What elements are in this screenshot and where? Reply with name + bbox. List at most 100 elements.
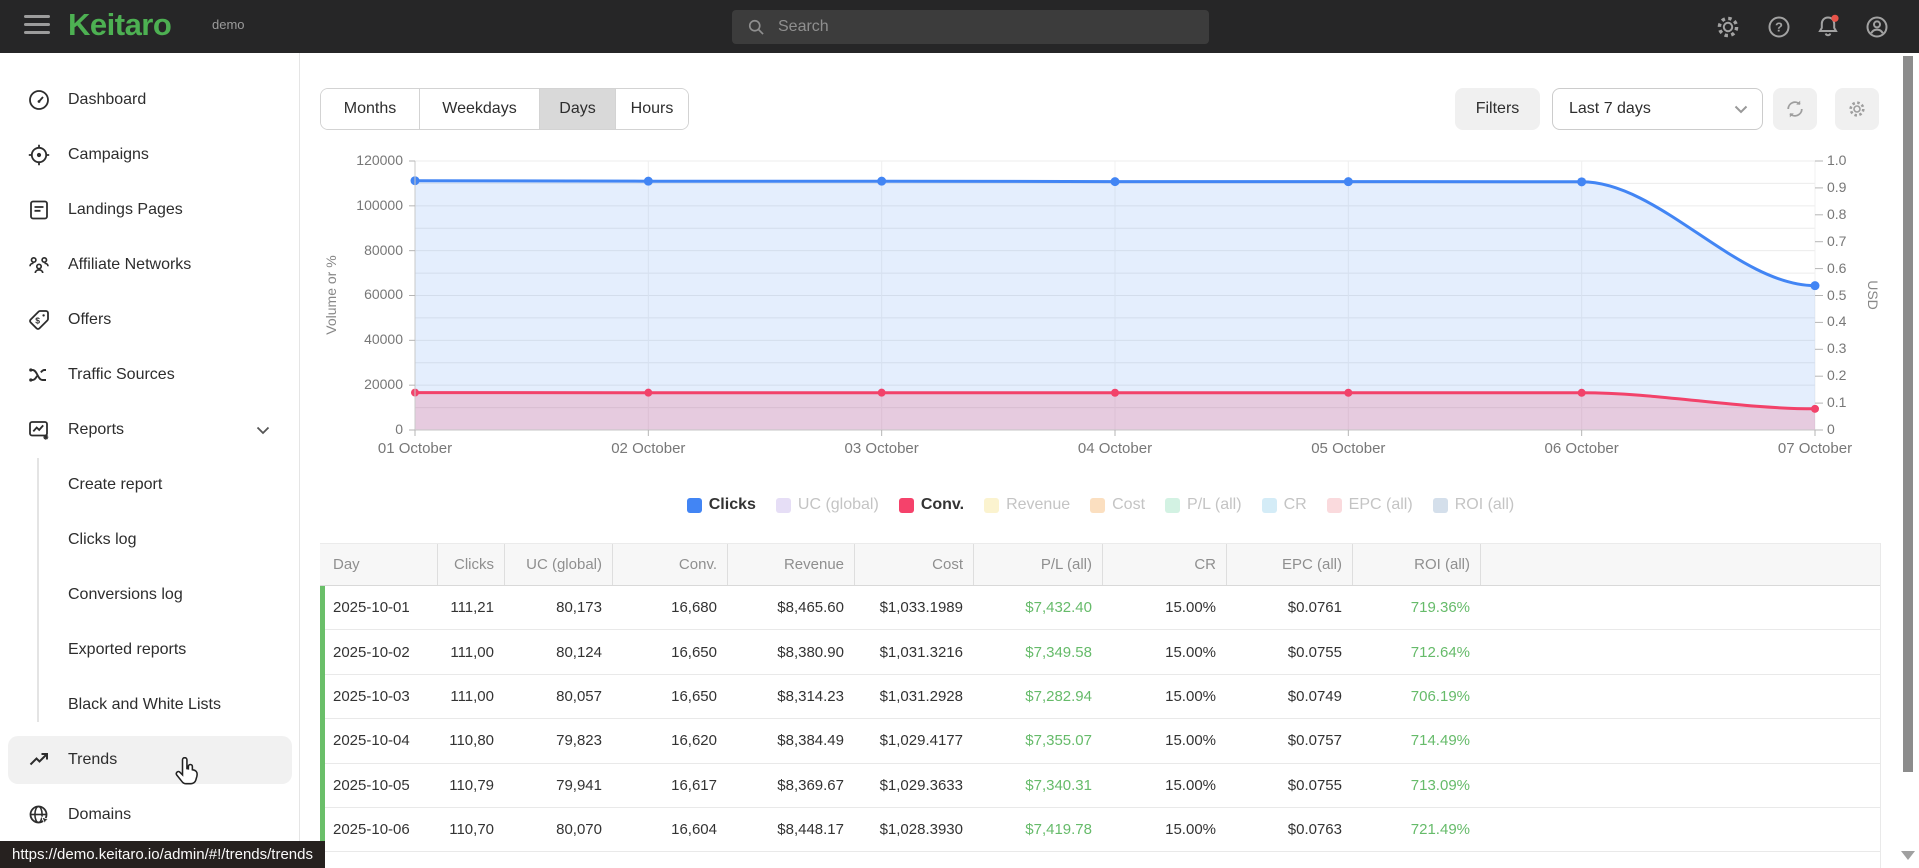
legend-item[interactable]: UC (global) — [775, 496, 879, 514]
account-button[interactable] — [1863, 13, 1891, 41]
menu-toggle-icon[interactable] — [24, 15, 50, 37]
legend-label: Revenue — [1006, 496, 1071, 513]
table-cell: 714.49% — [1410, 732, 1470, 750]
sidebar-item-affiliate-networks[interactable]: Affiliate Networks — [0, 237, 300, 292]
column-header[interactable]: Day — [320, 544, 437, 585]
table-row[interactable]: 2025-10-06 110,70 80,070 16,604 $8,448.17 $1,… — [320, 807, 1881, 853]
column-header[interactable]: Clicks — [437, 544, 504, 585]
global-search[interactable] — [732, 10, 1209, 44]
column-header[interactable]: ROI (all) — [1352, 544, 1480, 585]
tab-hours[interactable]: Hours — [615, 89, 688, 129]
sidebar-item-landings-pages[interactable]: Landings Pages — [0, 182, 300, 237]
legend-item[interactable]: Clicks — [686, 496, 756, 514]
legend-swatch — [984, 497, 1000, 513]
search-icon — [748, 19, 764, 35]
column-header[interactable]: Cost — [854, 544, 973, 585]
domains-icon — [29, 805, 50, 825]
table-cell: $1,031.2928 — [879, 687, 963, 705]
table-cell: 80,057 — [556, 687, 602, 705]
legend-swatch — [1326, 497, 1342, 513]
sidebar-item-offers[interactable]: $ Offers — [0, 292, 300, 347]
table-cell: $0.0755 — [1287, 643, 1342, 661]
tab-weekdays[interactable]: Weekdays — [419, 89, 539, 129]
refresh-button[interactable] — [1773, 88, 1817, 130]
tab-months[interactable]: Months — [321, 89, 419, 129]
y-axis-left-tick: 80000 — [364, 241, 403, 258]
y-axis-right-tick: 0.8 — [1827, 205, 1847, 222]
sidebar-item-label: Clicks log — [68, 530, 137, 548]
sidebar-item-traffic-sources[interactable]: Traffic Sources — [0, 347, 300, 402]
legend-item[interactable]: ROI (all) — [1432, 496, 1514, 514]
legend-item[interactable]: Cost — [1090, 496, 1145, 514]
notification-badge — [1831, 14, 1839, 22]
sidebar-item-reports[interactable]: Reports — [0, 402, 300, 457]
table-cell: $8,384.49 — [777, 732, 844, 750]
table-cell: 110,79 — [449, 776, 494, 794]
sidebar-item-dashboard[interactable]: Dashboard — [0, 72, 300, 127]
sidebar-item-trends[interactable]: Trends — [0, 732, 300, 787]
keitaro-app: Keitaro demo ? Dashboard Campaigns — [0, 0, 1919, 868]
table-row[interactable]: 2025-10-0764,4044,4579,449$4,795.36$597.… — [320, 852, 1881, 868]
search-input[interactable] — [778, 18, 1209, 36]
series-line-0 — [414, 179, 1816, 288]
table-cell: $1,029.4177 — [879, 732, 963, 750]
series-area-1 — [415, 392, 1815, 430]
x-axis-label: 06 October — [1544, 440, 1619, 457]
table-row[interactable]: 2025-10-05 110,79 79,941 16,617 $8,369.67 $1,… — [320, 763, 1881, 809]
legend-item[interactable]: CR — [1261, 496, 1307, 514]
legend-label: Clicks — [708, 496, 756, 513]
sidebar-item-label: Conversions log — [68, 585, 183, 603]
sidebar-item-domains[interactable]: Domains — [0, 787, 300, 842]
scrollbar-down-arrow[interactable] — [1901, 851, 1915, 860]
tab-days[interactable]: Days — [539, 89, 615, 129]
table-cell: $4,197.80 — [973, 852, 1102, 868]
table-row[interactable]: 2025-10-04 110,80 79,823 16,620 $8,384.49 $1,… — [320, 719, 1881, 764]
date-range-select[interactable]: Last 7 days — [1552, 88, 1763, 130]
x-axis-label: 01 October — [377, 440, 453, 457]
sidebar-item-clicks-log[interactable]: Clicks log — [0, 512, 300, 567]
data-point — [1110, 177, 1120, 187]
settings-button[interactable] — [1714, 13, 1742, 41]
y-axis-right-title: USD — [1865, 280, 1881, 310]
column-header[interactable]: CR — [1102, 544, 1226, 585]
x-axis-label: 04 October — [1077, 440, 1153, 457]
column-header[interactable]: UC (global) — [504, 544, 612, 585]
bell-icon — [1818, 14, 1839, 37]
series-line-1 — [414, 391, 1816, 411]
column-header[interactable]: EPC (all) — [1226, 544, 1352, 585]
scrollbar-thumb[interactable] — [1903, 56, 1913, 772]
legend-item[interactable]: Revenue — [984, 496, 1070, 514]
traffic-sources-icon — [29, 367, 46, 382]
y-axis-left-tick: 120000 — [356, 152, 403, 168]
help-button[interactable]: ? — [1765, 13, 1793, 41]
legend-label: Cost — [1112, 496, 1146, 513]
legend-item[interactable]: P/L (all) — [1165, 496, 1242, 514]
table-cell: 2025-10-03 — [333, 687, 410, 705]
column-header[interactable]: P/L (all) — [973, 544, 1102, 585]
table-cell: 712.64% — [1410, 643, 1470, 661]
table-cell: 80,070 — [556, 821, 602, 839]
table-cell: 2025-10-05 — [333, 776, 410, 794]
table-cell: 721.49% — [1410, 821, 1470, 839]
table-row[interactable]: 2025-10-01 111,21 80,173 16,680 $8,465.60 $1,… — [320, 586, 1881, 631]
column-header[interactable]: Conv. — [612, 544, 727, 585]
gear-icon — [1717, 16, 1739, 38]
y-axis-right-tick: 0.3 — [1827, 340, 1847, 357]
sidebar-item-campaigns[interactable]: Campaigns — [0, 127, 300, 182]
data-point — [1810, 281, 1820, 291]
legend-item[interactable]: EPC (all) — [1326, 496, 1413, 514]
chart-settings-button[interactable] — [1835, 88, 1879, 130]
sidebar-item-create-report[interactable]: Create report — [0, 457, 300, 512]
sidebar-item-exported-reports[interactable]: Exported reports — [0, 622, 300, 677]
table-row[interactable]: 2025-10-03 111,00 80,057 16,650 $8,314.23 $1,… — [320, 674, 1881, 720]
y-axis-left-tick: 0 — [395, 420, 403, 437]
sidebar-item-conversions-log[interactable]: Conversions log — [0, 567, 300, 622]
legend-item[interactable]: Conv. — [898, 496, 964, 514]
notifications-button[interactable] — [1814, 13, 1842, 41]
filters-button[interactable]: Filters — [1455, 88, 1540, 130]
data-point — [643, 176, 653, 186]
table-row[interactable]: 2025-10-02 111,00 80,124 16,650 $8,380.90 $1,… — [320, 630, 1881, 676]
sidebar-item-black-and-white-lists[interactable]: Black and White Lists — [0, 677, 300, 732]
trends-icon — [29, 752, 48, 765]
column-header[interactable]: Revenue — [727, 544, 854, 585]
